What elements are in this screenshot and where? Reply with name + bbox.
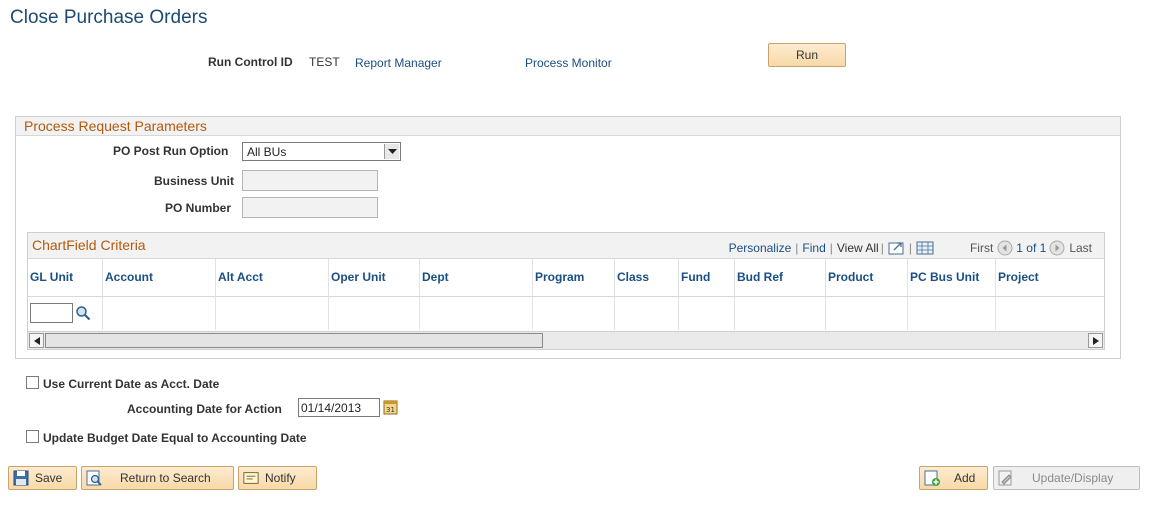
chartfield-criteria-grid: ChartField Criteria Personalize | Find |… <box>27 232 1105 350</box>
accounting-date-input[interactable]: 01/14/2013 <box>298 398 380 417</box>
svg-text:31: 31 <box>386 406 395 414</box>
add-label: Add <box>954 471 976 485</box>
col-fund[interactable]: Fund <box>679 259 735 297</box>
save-button[interactable]: Save <box>8 466 77 490</box>
update-display-label: Update/Display <box>1032 471 1114 485</box>
business-unit-input[interactable] <box>242 170 378 191</box>
previous-icon[interactable] <box>997 240 1013 256</box>
run-control-id-label: Run Control ID <box>208 55 293 69</box>
update-budget-date-label: Update Budget Date Equal to Accounting D… <box>43 431 307 445</box>
po-number-input[interactable] <box>242 197 378 218</box>
col-class[interactable]: Class <box>615 259 679 297</box>
notify-button[interactable]: Notify <box>238 466 317 490</box>
update-display-button[interactable]: Update/Display <box>993 466 1140 490</box>
product-cell <box>826 297 908 330</box>
scroll-right-icon[interactable] <box>1088 333 1103 348</box>
col-product[interactable]: Product <box>826 259 908 297</box>
col-program[interactable]: Program <box>533 259 615 297</box>
return-to-search-label: Return to Search <box>120 471 211 485</box>
run-control-id-value: TEST <box>309 55 340 69</box>
lookup-icon[interactable] <box>75 305 91 321</box>
run-button[interactable]: Run <box>768 43 846 67</box>
po-post-run-option-value: All BUs <box>247 145 287 159</box>
add-button[interactable]: Add <box>919 466 988 490</box>
accounting-date-label: Accounting Date for Action <box>127 402 282 416</box>
oper-unit-cell <box>329 297 420 330</box>
grid-navigation: Personalize | Find | View All | | First … <box>728 240 1092 256</box>
page-title: Close Purchase Orders <box>10 7 208 28</box>
return-to-search-button[interactable]: Return to Search <box>81 466 234 490</box>
notify-label: Notify <box>265 471 296 485</box>
pc-bus-unit-cell <box>908 297 996 330</box>
bud-ref-cell <box>735 297 826 330</box>
col-oper-unit[interactable]: Oper Unit <box>329 259 420 297</box>
horizontal-scrollbar[interactable] <box>28 331 1104 349</box>
chevron-down-icon[interactable] <box>384 144 399 159</box>
download-excel-icon[interactable] <box>916 241 934 255</box>
new-window-icon[interactable] <box>888 241 905 255</box>
update-display-icon <box>998 470 1014 486</box>
calendar-icon[interactable]: 31 <box>383 399 398 415</box>
po-post-run-option-label: PO Post Run Option <box>113 144 229 158</box>
page-range: 1 of 1 <box>1016 241 1047 255</box>
col-pc-bus-unit[interactable]: PC Bus Unit <box>908 259 996 297</box>
col-gl-unit[interactable]: GL Unit <box>28 259 103 297</box>
personalize-link[interactable]: Personalize <box>729 241 792 255</box>
return-to-search-icon <box>86 470 102 486</box>
group-title: Process Request Parameters <box>16 117 1120 136</box>
account-cell <box>103 297 216 330</box>
col-account[interactable]: Account <box>103 259 216 297</box>
report-manager-link[interactable]: Report Manager <box>355 56 442 70</box>
grid-header: ChartField Criteria Personalize | Find |… <box>28 233 1104 259</box>
po-number-label: PO Number <box>165 201 232 215</box>
add-icon <box>924 470 940 486</box>
save-label: Save <box>35 471 63 485</box>
save-icon <box>13 470 29 486</box>
view-all-link[interactable]: View All <box>837 241 879 255</box>
class-cell <box>615 297 679 330</box>
col-alt-acct[interactable]: Alt Acct <box>216 259 329 297</box>
find-link[interactable]: Find <box>802 241 825 255</box>
scroll-thumb[interactable] <box>45 333 543 348</box>
dept-cell <box>420 297 533 330</box>
scroll-left-icon[interactable] <box>29 333 44 348</box>
fund-cell <box>679 297 735 330</box>
grid-title: ChartField Criteria <box>32 237 146 253</box>
update-budget-date-checkbox[interactable] <box>26 430 39 443</box>
po-post-run-option-select[interactable]: All BUs <box>242 142 401 161</box>
notify-icon <box>243 470 259 486</box>
use-current-date-label: Use Current Date as Acct. Date <box>43 377 220 391</box>
use-current-date-checkbox[interactable] <box>26 376 39 389</box>
process-monitor-link[interactable]: Process Monitor <box>525 56 612 70</box>
business-unit-label: Business Unit <box>154 174 235 188</box>
col-dept[interactable]: Dept <box>420 259 533 297</box>
next-icon[interactable] <box>1049 240 1065 256</box>
project-cell <box>996 297 1104 330</box>
first-label: First <box>969 241 994 255</box>
program-cell <box>533 297 615 330</box>
gl-unit-input[interactable] <box>30 303 73 323</box>
col-project[interactable]: Project <box>996 259 1104 297</box>
last-label: Last <box>1069 241 1092 255</box>
alt-acct-cell <box>216 297 329 330</box>
gl-unit-cell <box>28 297 103 330</box>
col-bud-ref[interactable]: Bud Ref <box>735 259 826 297</box>
